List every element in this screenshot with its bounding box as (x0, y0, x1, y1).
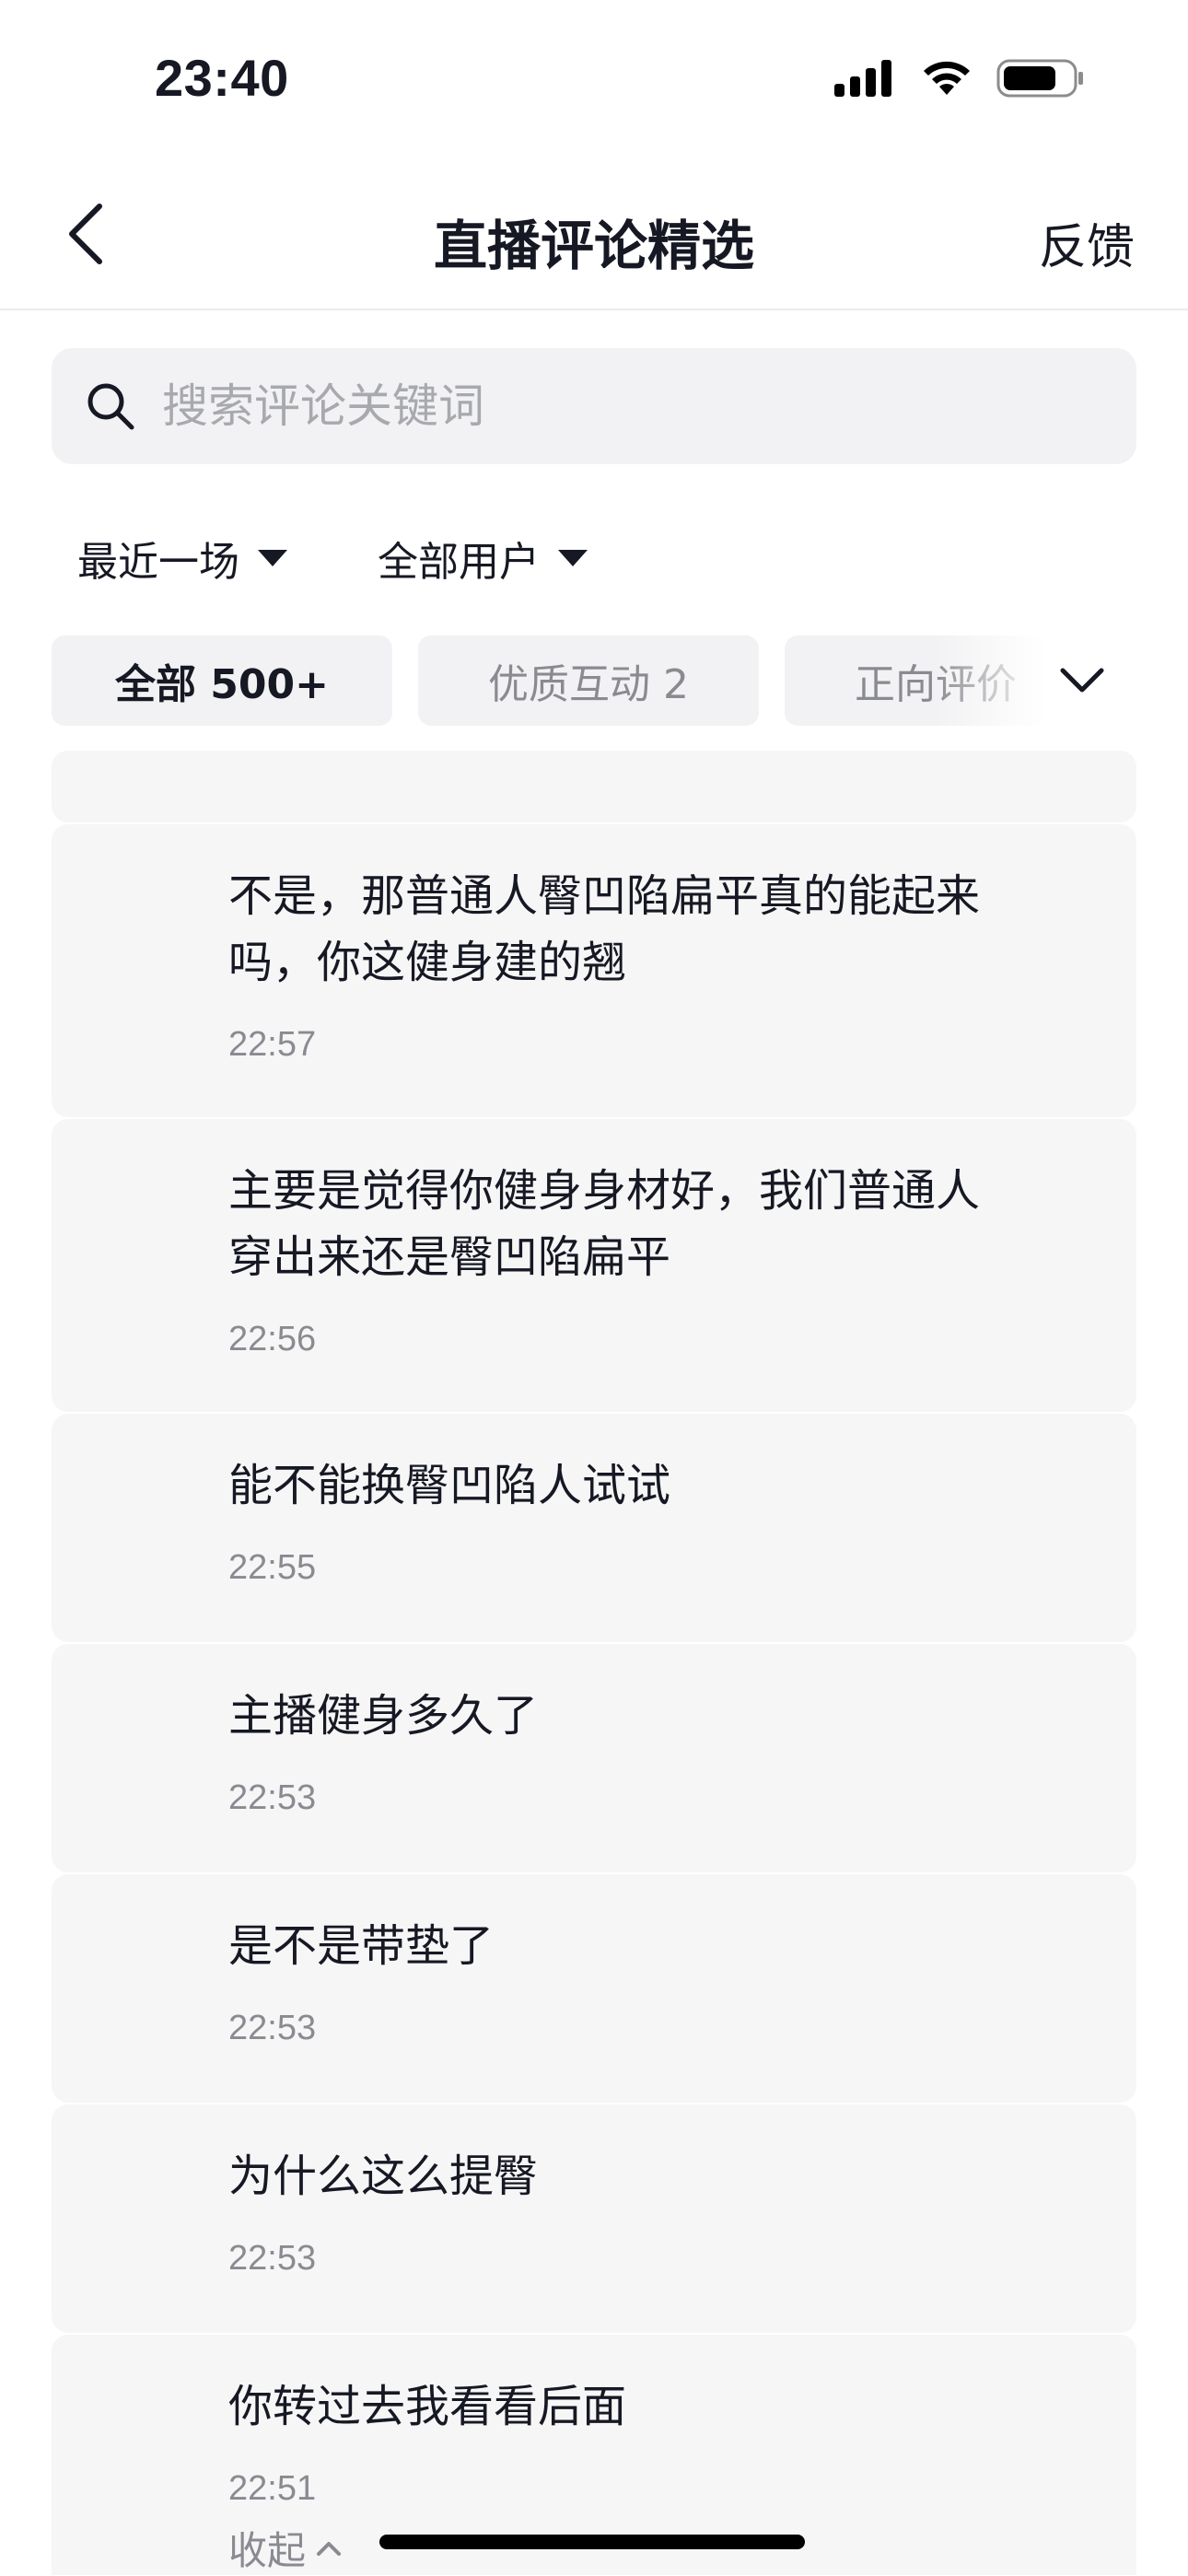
comment-time: 22:56 (228, 1320, 317, 1358)
comment-time: 22:57 (228, 1025, 317, 1064)
comment-list: 不是，那普通人臀凹陷扁平真的能起来吗，你这健身建的翘 22:57 主要是觉得你健… (52, 751, 1136, 2575)
comment-time: 22:51 (228, 2469, 317, 2508)
tab-quality-interaction[interactable]: 优质互动 2 (418, 635, 759, 726)
comment-card-partial (52, 751, 1136, 822)
filter-users-label: 全部用户 (378, 539, 540, 586)
search-icon (83, 379, 138, 434)
comment-card[interactable]: 主播健身多久了 22:53 (52, 1644, 1136, 1872)
filter-session-dropdown[interactable]: 最近一场 (77, 529, 287, 588)
chevron-up-icon (317, 2541, 342, 2556)
signal-icon (834, 60, 891, 97)
filter-bar: 最近一场 全部用户 (77, 525, 678, 591)
page-title: 直播评论精选 (433, 215, 754, 277)
status-time: 23:40 (155, 49, 289, 107)
header: 直播评论精选 反馈 (0, 157, 1188, 310)
comment-text: 主播健身多久了 (228, 1690, 539, 1742)
comment-card[interactable]: 是不是带垫了 22:53 (52, 1874, 1136, 2103)
comment-text: 为什么这么提臀 (228, 2151, 539, 2202)
battery-icon (996, 59, 1083, 98)
comment-text: 不是，那普通人臀凹陷扁平真的能起来吗，你这健身建的翘 (228, 870, 981, 988)
comment-time: 22:53 (228, 2009, 317, 2047)
caret-down-icon (258, 550, 287, 566)
expand-tabs-button[interactable] (1055, 654, 1109, 707)
comment-time: 22:55 (228, 1548, 317, 1587)
search-bar[interactable] (52, 348, 1136, 464)
filter-session-label: 最近一场 (77, 539, 239, 586)
comment-text: 是不是带垫了 (228, 1920, 495, 1972)
collapse-label: 收起 (228, 2528, 307, 2573)
comment-text: 主要是觉得你健身身材好，我们普通人穿出来还是臀凹陷扁平 (228, 1165, 981, 1283)
status-icons (833, 57, 1085, 99)
comment-card[interactable]: 能不能换臀凹陷人试试 22:55 (52, 1414, 1136, 1642)
comment-card[interactable]: 主要是觉得你健身身材好，我们普通人穿出来还是臀凹陷扁平 22:56 (52, 1119, 1136, 1412)
comment-time: 22:53 (228, 2239, 317, 2278)
wifi-icon (924, 61, 970, 95)
chevron-down-icon (1060, 668, 1104, 693)
category-tabs: 全部 500+ 优质互动 2 正向评价 (52, 635, 1136, 726)
caret-down-icon (558, 550, 588, 566)
comment-card[interactable]: 不是，那普通人臀凹陷扁平真的能起来吗，你这健身建的翘 22:57 (52, 824, 1136, 1117)
search-input[interactable] (160, 379, 1085, 434)
tab-all[interactable]: 全部 500+ (52, 635, 392, 726)
collapse-button[interactable]: 收起 (228, 2520, 343, 2576)
comment-card[interactable]: 为什么这么提臀 22:53 (52, 2104, 1136, 2333)
comment-text: 能不能换臀凹陷人试试 (228, 1460, 671, 1511)
comment-time: 22:53 (228, 1778, 317, 1817)
status-bar: 23:40 (0, 0, 1188, 157)
comment-text: 你转过去我看看后面 (228, 2381, 627, 2432)
home-indicator (379, 2535, 805, 2549)
feedback-button[interactable]: 反馈 (1039, 208, 1135, 277)
filter-users-dropdown[interactable]: 全部用户 (378, 529, 588, 588)
